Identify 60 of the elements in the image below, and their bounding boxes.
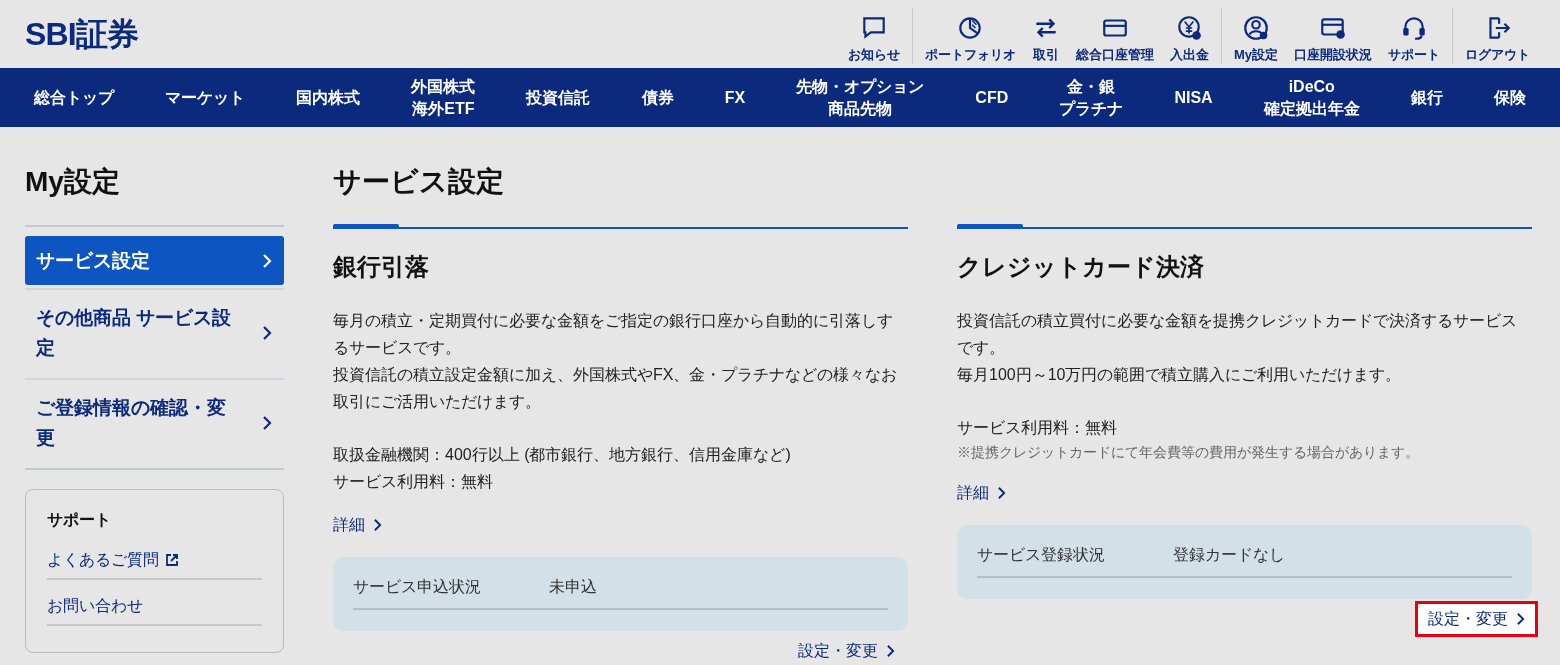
description-text: サービス利用料：無料 (957, 418, 1118, 438)
card-title: クレジットカード決済 (957, 252, 1205, 282)
chevron-right-icon (262, 325, 272, 341)
details-link[interactable]: 詳細 (333, 513, 382, 537)
support-title: サポート (47, 510, 112, 530)
logo[interactable]: SBI証券 (25, 10, 139, 58)
card-title: 銀行引落 (333, 252, 430, 282)
nav-link[interactable]: FX (708, 86, 762, 109)
nav-link[interactable]: 総合トップ (18, 86, 130, 109)
status-label: サービス申込状況 (353, 577, 482, 597)
header-menu-button[interactable]: 口座開設状況 (1286, 8, 1380, 64)
nav-link[interactable]: 外国株式 海外ETF (395, 75, 492, 120)
nav-link[interactable]: 投資信託 (510, 86, 607, 109)
sidebar-item[interactable]: その他商品 サービス設定 (25, 291, 284, 375)
sidebar-title: My設定 (25, 161, 284, 227)
header-menu-button[interactable]: お知らせ (839, 8, 908, 64)
chevron-right-icon (886, 644, 895, 658)
support-link[interactable]: よくあるご質問 (47, 542, 262, 580)
settings-change-link[interactable]: 設定・変更 (1415, 601, 1538, 637)
chevron-right-icon (262, 252, 272, 269)
header-menu-button[interactable]: ポートフォリオ (916, 8, 1024, 64)
chevron-right-icon (1516, 612, 1525, 626)
nav-link[interactable]: 国内株式 (280, 86, 377, 109)
header-menu-button[interactable]: ログアウト (1457, 8, 1538, 64)
page-title: サービス設定 (333, 165, 505, 199)
user-gear-icon (1241, 13, 1270, 42)
nav-link[interactable]: iDeCo 確定拠出年金 (1247, 75, 1376, 120)
settings-change-link[interactable]: 設定・変更 (785, 633, 908, 665)
description-text: 毎月の積立・定期買付に必要な金額をご指定の銀行口座から自動的に引落しするサービスです。 (333, 311, 894, 358)
description-text: 毎月100円～10万円の範囲で積立購入にご利用いただけます。 (957, 365, 1403, 385)
nav-link[interactable]: 保険 (1478, 86, 1542, 109)
nav-link[interactable]: NISA (1158, 86, 1229, 109)
nav-link[interactable]: マーケット (149, 86, 262, 109)
header-menu-button[interactable]: 入出金 (1161, 8, 1217, 64)
nav-link[interactable]: CFD (959, 86, 1025, 109)
status-value: 未申込 (549, 577, 597, 597)
note-text: ※提携クレジットカードにて年会費等の費用が発生する場合があります。 (957, 443, 1420, 462)
nav-link[interactable]: 銀行 (1394, 86, 1459, 109)
nav-link[interactable]: 債券 (625, 86, 690, 109)
description-text: サービス利用料：無料 (333, 472, 494, 492)
chevron-right-icon (373, 518, 382, 532)
header-menu-button[interactable]: サポート (1380, 8, 1448, 64)
yen-coin-icon (1175, 13, 1204, 42)
sidebar-item[interactable]: ご登録情報の確認・変更 (25, 381, 284, 465)
header-menu-button[interactable]: 取引 (1023, 8, 1068, 64)
sidebar-item[interactable]: サービス設定 (25, 236, 284, 285)
external-link-icon (165, 553, 179, 567)
chevron-right-icon (262, 415, 272, 431)
header-menu-button[interactable]: My設定 (1225, 8, 1286, 64)
description-text: 投資信託の積立設定金額に加え、外国株式やFX、金・プラチナなどの様々なお取引にご活用いただけます。 (333, 365, 899, 412)
status-value: 登録カードなし (1173, 545, 1285, 565)
status-label: サービス登録状況 (977, 545, 1106, 565)
chevron-right-icon (997, 486, 1006, 500)
header-menu-button[interactable]: 総合口座管理 (1067, 8, 1162, 64)
nav-link[interactable]: 先物・オプション 商品先物 (780, 75, 941, 120)
support-link[interactable]: お問い合わせ (47, 588, 262, 626)
nav-link[interactable]: 金・銀 プラチナ (1043, 75, 1140, 120)
description-text: 投資信託の積立買付に必要な金額を提携クレジットカードで決済するサービスです。 (957, 311, 1518, 358)
details-link[interactable]: 詳細 (957, 481, 1006, 505)
description-text: 取扱金融機関：400行以上 (都市銀行、地方銀行、信用金庫など) (333, 445, 792, 465)
